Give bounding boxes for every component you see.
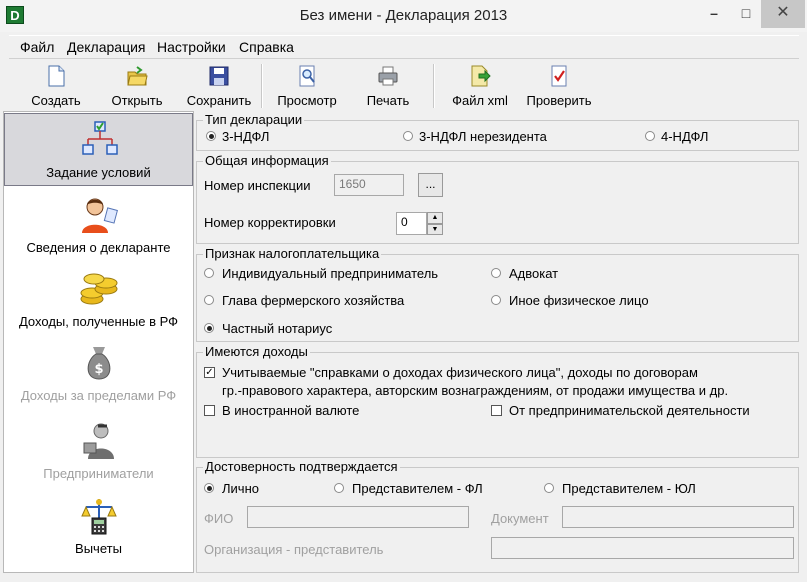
general-info-legend: Общая информация bbox=[203, 153, 331, 168]
declaration-type-legend: Тип декларации bbox=[203, 112, 305, 127]
menu-settings[interactable]: Настройки bbox=[157, 39, 226, 55]
general-info-group: Общая информация Номер инспекции 1650 ..… bbox=[196, 153, 799, 244]
stepper-up-button[interactable]: ▲ bbox=[427, 212, 443, 224]
radio-individual-entrepreneur[interactable] bbox=[204, 268, 214, 278]
confirmation-legend: Достоверность подтверждается bbox=[203, 459, 400, 474]
foreign-currency-label: В иностранной валюте bbox=[222, 403, 360, 418]
inspection-browse-button[interactable]: ... bbox=[418, 173, 443, 197]
title-bar: D Без имени - Декларация 2013 – □ ✕ bbox=[0, 0, 807, 32]
new-document-icon bbox=[48, 65, 65, 87]
xml-file-icon bbox=[471, 65, 491, 87]
taxpayer-sign-legend: Признак налогоплательщика bbox=[203, 246, 382, 261]
business-income-checkbox[interactable] bbox=[491, 405, 502, 416]
correction-number-field[interactable]: 0 bbox=[396, 212, 427, 235]
radio-representative-ul-label: Представителем - ЮЛ bbox=[562, 481, 696, 496]
radio-farm-head-label: Глава фермерского хозяйства bbox=[222, 293, 405, 308]
flowchart-icon bbox=[82, 121, 118, 155]
radio-4ndfl[interactable] bbox=[645, 131, 655, 141]
radio-4ndfl-label: 4-НДФЛ bbox=[661, 129, 709, 144]
radio-notary-label: Частный нотариус bbox=[222, 321, 333, 336]
maximize-button[interactable]: □ bbox=[731, 0, 761, 28]
fio-label: ФИО bbox=[204, 511, 234, 526]
taxpayer-sign-group: Признак налогоплательщика Индивидуальный… bbox=[196, 246, 799, 342]
document-label: Документ bbox=[491, 511, 549, 526]
navigation-panel: Задание условий Сведения о декларанте До… bbox=[3, 111, 194, 573]
preview-button[interactable]: Просмотр bbox=[271, 60, 343, 110]
radio-3ndfl[interactable] bbox=[206, 131, 216, 141]
nav-item-deductions[interactable]: Вычеты bbox=[4, 490, 193, 563]
print-button[interactable]: Печать bbox=[353, 60, 423, 110]
toolbar-separator bbox=[433, 64, 435, 108]
radio-other-person-label: Иное физическое лицо bbox=[509, 293, 649, 308]
certified-income-label-1: Учитываемые "справками о доходах физичес… bbox=[222, 365, 698, 380]
business-income-label: От предпринимательской деятельности bbox=[509, 403, 750, 418]
stepper-down-button[interactable]: ▼ bbox=[427, 224, 443, 235]
scales-calculator-icon bbox=[81, 499, 117, 535]
income-legend: Имеются доходы bbox=[203, 344, 310, 359]
organization-label: Организация - представитель bbox=[204, 542, 384, 557]
close-button[interactable]: ✕ bbox=[761, 0, 805, 28]
confirmation-group: Достоверность подтверждается Лично Предс… bbox=[196, 459, 799, 573]
radio-representative-ul[interactable] bbox=[544, 483, 554, 493]
money-bag-icon: $ bbox=[87, 347, 111, 380]
menu-declaration[interactable]: Декларация bbox=[67, 39, 146, 55]
printer-icon bbox=[378, 66, 398, 86]
check-button[interactable]: Проверить bbox=[521, 60, 597, 110]
document-field[interactable] bbox=[562, 506, 794, 528]
radio-notary[interactable] bbox=[204, 323, 214, 333]
menu-bar: Файл Декларация Настройки Справка bbox=[9, 35, 799, 59]
open-button[interactable]: Открыть bbox=[101, 60, 173, 110]
radio-representative-fl[interactable] bbox=[334, 483, 344, 493]
save-disk-icon bbox=[209, 66, 229, 86]
declaration-type-group: Тип декларации 3-НДФЛ 3-НДФЛ нерезидента… bbox=[196, 112, 799, 151]
xml-file-button[interactable]: Файл xml bbox=[443, 60, 517, 110]
create-button[interactable]: Создать bbox=[19, 60, 93, 110]
certified-income-label-2: гр.-правового характера, авторским возна… bbox=[222, 383, 729, 398]
income-group: Имеются доходы ✓ Учитываемые "справками … bbox=[196, 344, 799, 458]
window-title: Без имени - Декларация 2013 bbox=[299, 7, 508, 24]
nav-item-entrepreneurs[interactable]: Предприниматели bbox=[4, 415, 193, 488]
open-folder-icon bbox=[127, 66, 148, 86]
inspection-number-label: Номер инспекции bbox=[204, 178, 311, 193]
preview-icon bbox=[299, 65, 315, 87]
inspection-number-field[interactable]: 1650 bbox=[334, 174, 404, 196]
radio-representative-fl-label: Представителем - ФЛ bbox=[352, 481, 483, 496]
menu-file[interactable]: Файл bbox=[20, 39, 54, 55]
radio-personally-label: Лично bbox=[222, 481, 259, 496]
radio-lawyer[interactable] bbox=[491, 268, 501, 278]
businessman-icon bbox=[83, 423, 114, 459]
nav-item-income-abroad[interactable]: $ Доходы за пределами РФ bbox=[4, 337, 193, 410]
toolbar-separator bbox=[261, 64, 263, 108]
radio-3ndfl-nonresident[interactable] bbox=[403, 131, 413, 141]
gold-coins-icon bbox=[80, 273, 118, 305]
save-button[interactable]: Сохранить bbox=[179, 60, 259, 110]
certified-income-checkbox[interactable]: ✓ bbox=[204, 367, 215, 378]
svg-text:$: $ bbox=[94, 362, 103, 377]
organization-field[interactable] bbox=[491, 537, 794, 559]
radio-farm-head[interactable] bbox=[204, 295, 214, 305]
menu-help[interactable]: Справка bbox=[239, 39, 294, 55]
foreign-currency-checkbox[interactable] bbox=[204, 405, 215, 416]
nav-item-conditions[interactable]: Задание условий bbox=[4, 113, 193, 186]
minimize-button[interactable]: – bbox=[697, 0, 731, 28]
radio-3ndfl-nonresident-label: 3-НДФЛ нерезидента bbox=[419, 129, 547, 144]
check-document-icon bbox=[551, 65, 567, 87]
correction-number-label: Номер корректировки bbox=[204, 215, 336, 230]
radio-3ndfl-label: 3-НДФЛ bbox=[222, 129, 270, 144]
radio-other-person[interactable] bbox=[491, 295, 501, 305]
radio-personally[interactable] bbox=[204, 483, 214, 493]
nav-item-declarant[interactable]: Сведения о декларанте bbox=[4, 189, 193, 262]
person-card-icon bbox=[82, 198, 118, 233]
radio-individual-entrepreneur-label: Индивидуальный предприниматель bbox=[222, 266, 439, 281]
fio-field[interactable] bbox=[247, 506, 469, 528]
toolbar: Создать Открыть Сохранить Просмотр Печат… bbox=[9, 60, 799, 110]
radio-lawyer-label: Адвокат bbox=[509, 266, 559, 281]
nav-item-income-rf[interactable]: Доходы, полученные в РФ bbox=[4, 263, 193, 336]
